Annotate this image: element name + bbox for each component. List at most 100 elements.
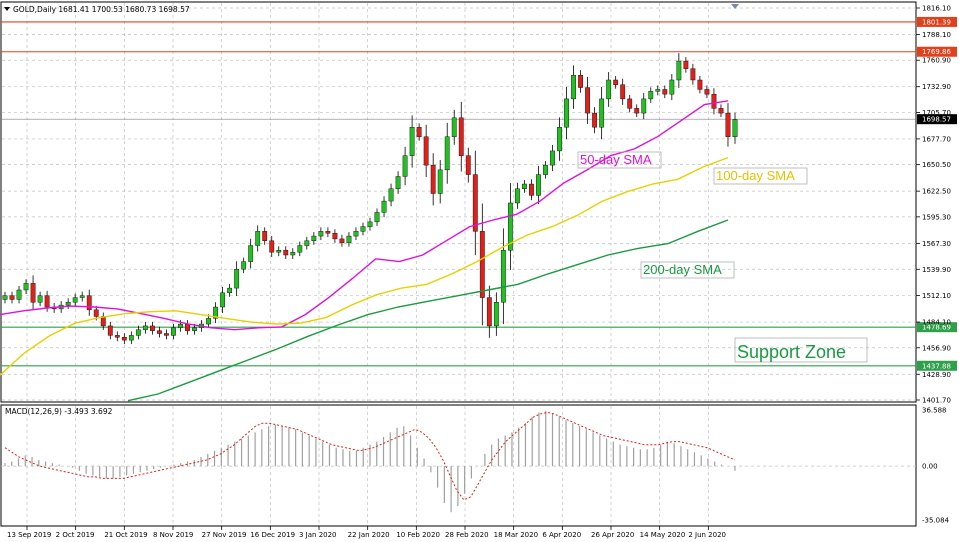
candle-up bbox=[135, 329, 141, 336]
candle-down bbox=[472, 174, 478, 232]
annotation-label: 50-day SMA bbox=[580, 152, 652, 167]
candle-down bbox=[458, 117, 464, 156]
annotation-label: 200-day SMA bbox=[643, 262, 722, 277]
price-axis-label: 1677.70 bbox=[922, 135, 951, 143]
candle-down bbox=[121, 337, 127, 341]
candle-down bbox=[718, 108, 724, 114]
price-axis-label: 1484.10 bbox=[922, 319, 951, 327]
candle-up bbox=[142, 325, 148, 330]
candle-down bbox=[697, 79, 703, 90]
candle-up bbox=[72, 297, 78, 303]
candle-up bbox=[220, 292, 225, 308]
price-axis-label: 1760.90 bbox=[922, 57, 951, 65]
candle-up bbox=[346, 235, 352, 243]
candle-up bbox=[599, 98, 605, 128]
candle-down bbox=[150, 325, 155, 331]
price-axis-label: 1595.30 bbox=[922, 213, 951, 221]
candle-up bbox=[536, 174, 541, 196]
candle-up bbox=[676, 60, 682, 81]
date-axis-label: 2 Oct 2019 bbox=[56, 531, 95, 539]
candle-up bbox=[360, 226, 366, 232]
candle-up bbox=[437, 169, 443, 194]
candle-down bbox=[114, 335, 120, 338]
macd-axis-label: 36.588 bbox=[922, 407, 947, 415]
price-axis-label: 1456.90 bbox=[922, 344, 951, 352]
candle-up bbox=[171, 327, 176, 336]
resistance-price-label: 1801.39 bbox=[922, 18, 951, 26]
annotations: 50-day SMA 100-day SMA 200-day SMA Support … bbox=[577, 151, 868, 363]
price-axis-labels: 1816.10 1788.10 1760.90 1732.90 1705.70 1677.… bbox=[916, 5, 951, 405]
candle-up bbox=[493, 302, 499, 327]
shift-marker-icon[interactable] bbox=[731, 4, 739, 9]
candle-up bbox=[16, 289, 22, 300]
candle-down bbox=[325, 231, 331, 234]
candle-up bbox=[732, 119, 738, 137]
candle-down bbox=[634, 108, 640, 114]
date-axis-label: 6 Apr 2020 bbox=[542, 531, 581, 539]
date-axis-label: 13 Sep 2019 bbox=[7, 531, 51, 539]
macd-header: MACD(12,26,9) -3.493 3.692 bbox=[5, 407, 113, 416]
collapse-triangle-icon[interactable] bbox=[4, 7, 10, 11]
price-axis-label: 1622.50 bbox=[922, 188, 951, 196]
price-axis-label: 1705.70 bbox=[922, 109, 951, 117]
candle-up bbox=[557, 127, 562, 152]
candle-up bbox=[353, 231, 359, 237]
candle-up bbox=[402, 155, 408, 177]
candle-down bbox=[486, 297, 492, 327]
date-axis-label: 14 May 2020 bbox=[640, 531, 686, 539]
date-axis-label: 18 Mar 2020 bbox=[494, 531, 538, 539]
sma-line-200 bbox=[127, 219, 729, 402]
candle-up bbox=[388, 188, 394, 202]
candle-up bbox=[522, 183, 527, 189]
macd-axis-label: -35.084 bbox=[922, 517, 950, 525]
support-price-label: 1437.88 bbox=[922, 362, 951, 370]
date-axis-label: 10 Feb 2020 bbox=[396, 531, 440, 539]
candle-down bbox=[423, 136, 429, 166]
date-axis-label: 28 Feb 2020 bbox=[445, 531, 489, 539]
candle-down bbox=[9, 295, 15, 300]
sma-line-100 bbox=[0, 156, 729, 376]
date-axis-label: 21 Oct 2019 bbox=[104, 531, 147, 539]
gold-daily-chart: 1801.391769.861478.691437.881698.57 1816… bbox=[0, 1, 957, 539]
candle-down bbox=[30, 283, 36, 303]
annotation-label: 100-day SMA bbox=[716, 168, 795, 183]
candle-up bbox=[178, 323, 183, 329]
moving-averages bbox=[0, 100, 729, 402]
candle-up bbox=[669, 79, 675, 95]
candle-up bbox=[23, 283, 29, 291]
candle-down bbox=[627, 98, 633, 109]
candle-down bbox=[93, 309, 99, 317]
date-axis-label: 2 Jun 2020 bbox=[688, 531, 726, 539]
candle-down bbox=[620, 84, 626, 100]
candle-up bbox=[409, 127, 415, 156]
candle-up bbox=[550, 150, 555, 166]
candle-down bbox=[725, 112, 731, 137]
candle-down bbox=[704, 89, 710, 95]
candle-up bbox=[304, 240, 310, 246]
candle-up bbox=[65, 302, 71, 306]
price-header: GOLD,Daily 1681.41 1700.53 1680.73 1698.… bbox=[13, 5, 190, 14]
date-axis-label: 26 Apr 2020 bbox=[591, 531, 634, 539]
candle-up bbox=[374, 212, 380, 223]
date-axis-label: 22 Jan 2020 bbox=[348, 531, 390, 539]
candle-down bbox=[416, 127, 422, 137]
price-axis-label: 1567.30 bbox=[922, 240, 951, 248]
candle-down bbox=[529, 183, 534, 196]
candle-up bbox=[606, 79, 612, 100]
candle-down bbox=[711, 93, 717, 109]
candle-down bbox=[578, 75, 583, 88]
candle-up bbox=[241, 261, 247, 270]
support-resistance-lines: 1801.391769.861478.691437.881698.57 bbox=[1, 16, 957, 371]
candle-down bbox=[44, 295, 50, 308]
candle-up bbox=[395, 176, 401, 189]
candle-down bbox=[164, 333, 169, 336]
resistance-price-label: 1769.86 bbox=[922, 48, 951, 56]
candle-up bbox=[641, 98, 647, 114]
price-axis-label: 1650.50 bbox=[922, 161, 951, 169]
candle-up bbox=[297, 245, 303, 253]
date-axis-label: 16 Dec 2019 bbox=[250, 531, 295, 539]
candle-down bbox=[262, 231, 268, 241]
date-axis-label: 27 Nov 2019 bbox=[202, 531, 247, 539]
price-candles bbox=[2, 53, 738, 345]
candle-up bbox=[515, 188, 520, 204]
